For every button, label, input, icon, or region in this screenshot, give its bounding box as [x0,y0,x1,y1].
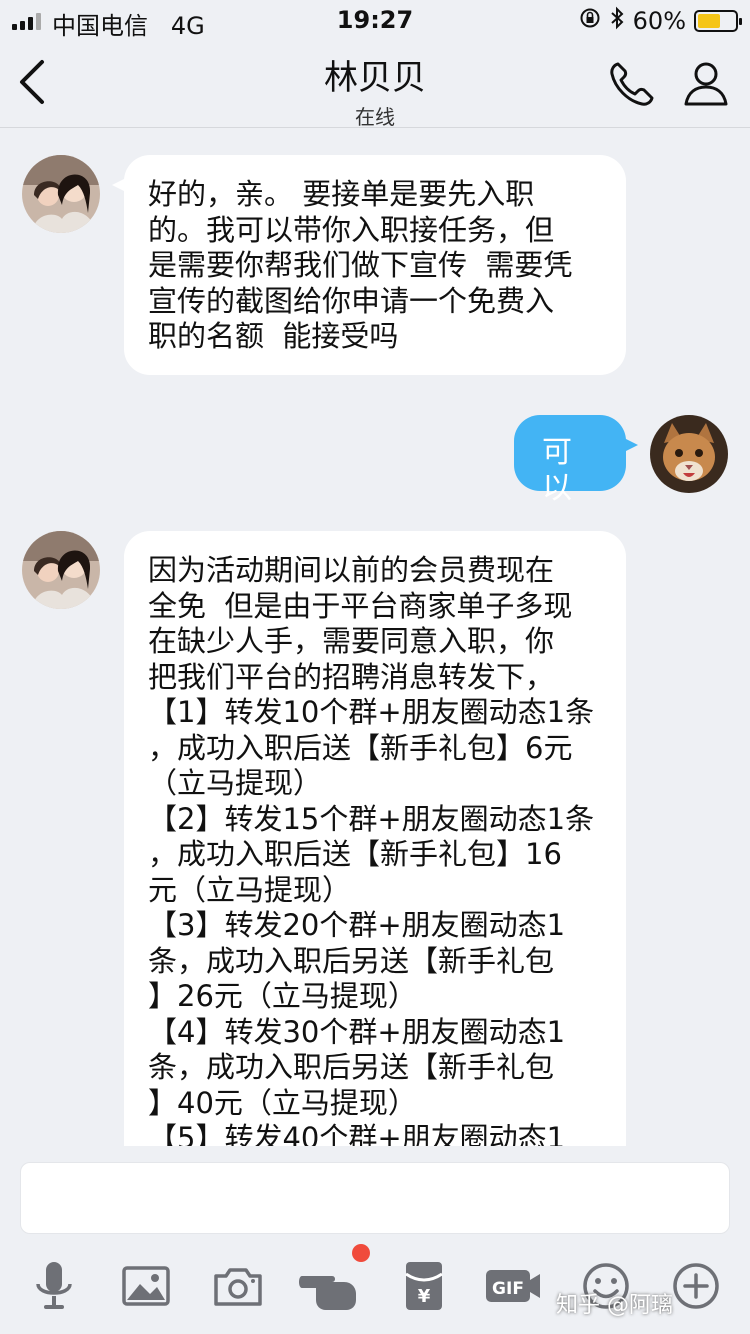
svg-text:¥: ¥ [418,1286,431,1307]
plus-icon [673,1263,719,1309]
message-bubble-outgoing[interactable]: 可以 [514,415,638,506]
status-bar: 中国电信 4G 19:27 60% [0,0,750,40]
poke-button[interactable] [298,1258,362,1314]
camera-button[interactable] [210,1258,266,1314]
mic-icon [36,1262,72,1309]
more-button[interactable] [668,1258,724,1314]
svg-text:GIF: GIF [492,1279,524,1299]
red-packet-button[interactable]: ¥ [396,1258,452,1314]
status-indicators: 60% [579,6,742,35]
battery-percent: 60% [632,6,686,35]
contact-avatar[interactable] [22,155,100,233]
rotation-lock-icon [579,7,601,34]
gif-icon: GIF [486,1270,540,1302]
camera-icon [214,1268,262,1306]
phone-icon [610,62,654,106]
call-button[interactable] [604,56,660,112]
message-bubble-incoming[interactable]: 因为活动期间以前的会员费现在 全免 但是由于平台商家单子多现 在缺少人手，需要同… [124,531,626,1146]
chat-header: 林贝贝 在线 [0,40,750,129]
bluetooth-icon [609,6,625,35]
poke-icon [299,1276,356,1310]
battery-icon [694,9,742,32]
red-packet-icon: ¥ [405,1262,443,1310]
profile-button[interactable] [678,56,734,112]
message-input[interactable] [20,1162,730,1234]
watermark: 知乎 @阿璃 [556,1293,673,1318]
person-icon [684,62,728,106]
contact-avatar[interactable] [22,531,100,609]
notification-badge [352,1244,370,1262]
image-icon [122,1266,170,1306]
voice-button[interactable] [26,1258,82,1314]
input-area [0,1146,750,1242]
my-avatar[interactable] [650,415,728,493]
message-list[interactable]: 好的，亲。 要接单是要先入职 的。我可以带你入职接任务，但 是需要你帮我们做下宣… [0,128,750,1146]
message-bubble-incoming[interactable]: 好的，亲。 要接单是要先入职 的。我可以带你入职接任务，但 是需要你帮我们做下宣… [112,155,626,375]
gif-button[interactable]: GIF [482,1258,546,1314]
photo-button[interactable] [118,1258,174,1314]
